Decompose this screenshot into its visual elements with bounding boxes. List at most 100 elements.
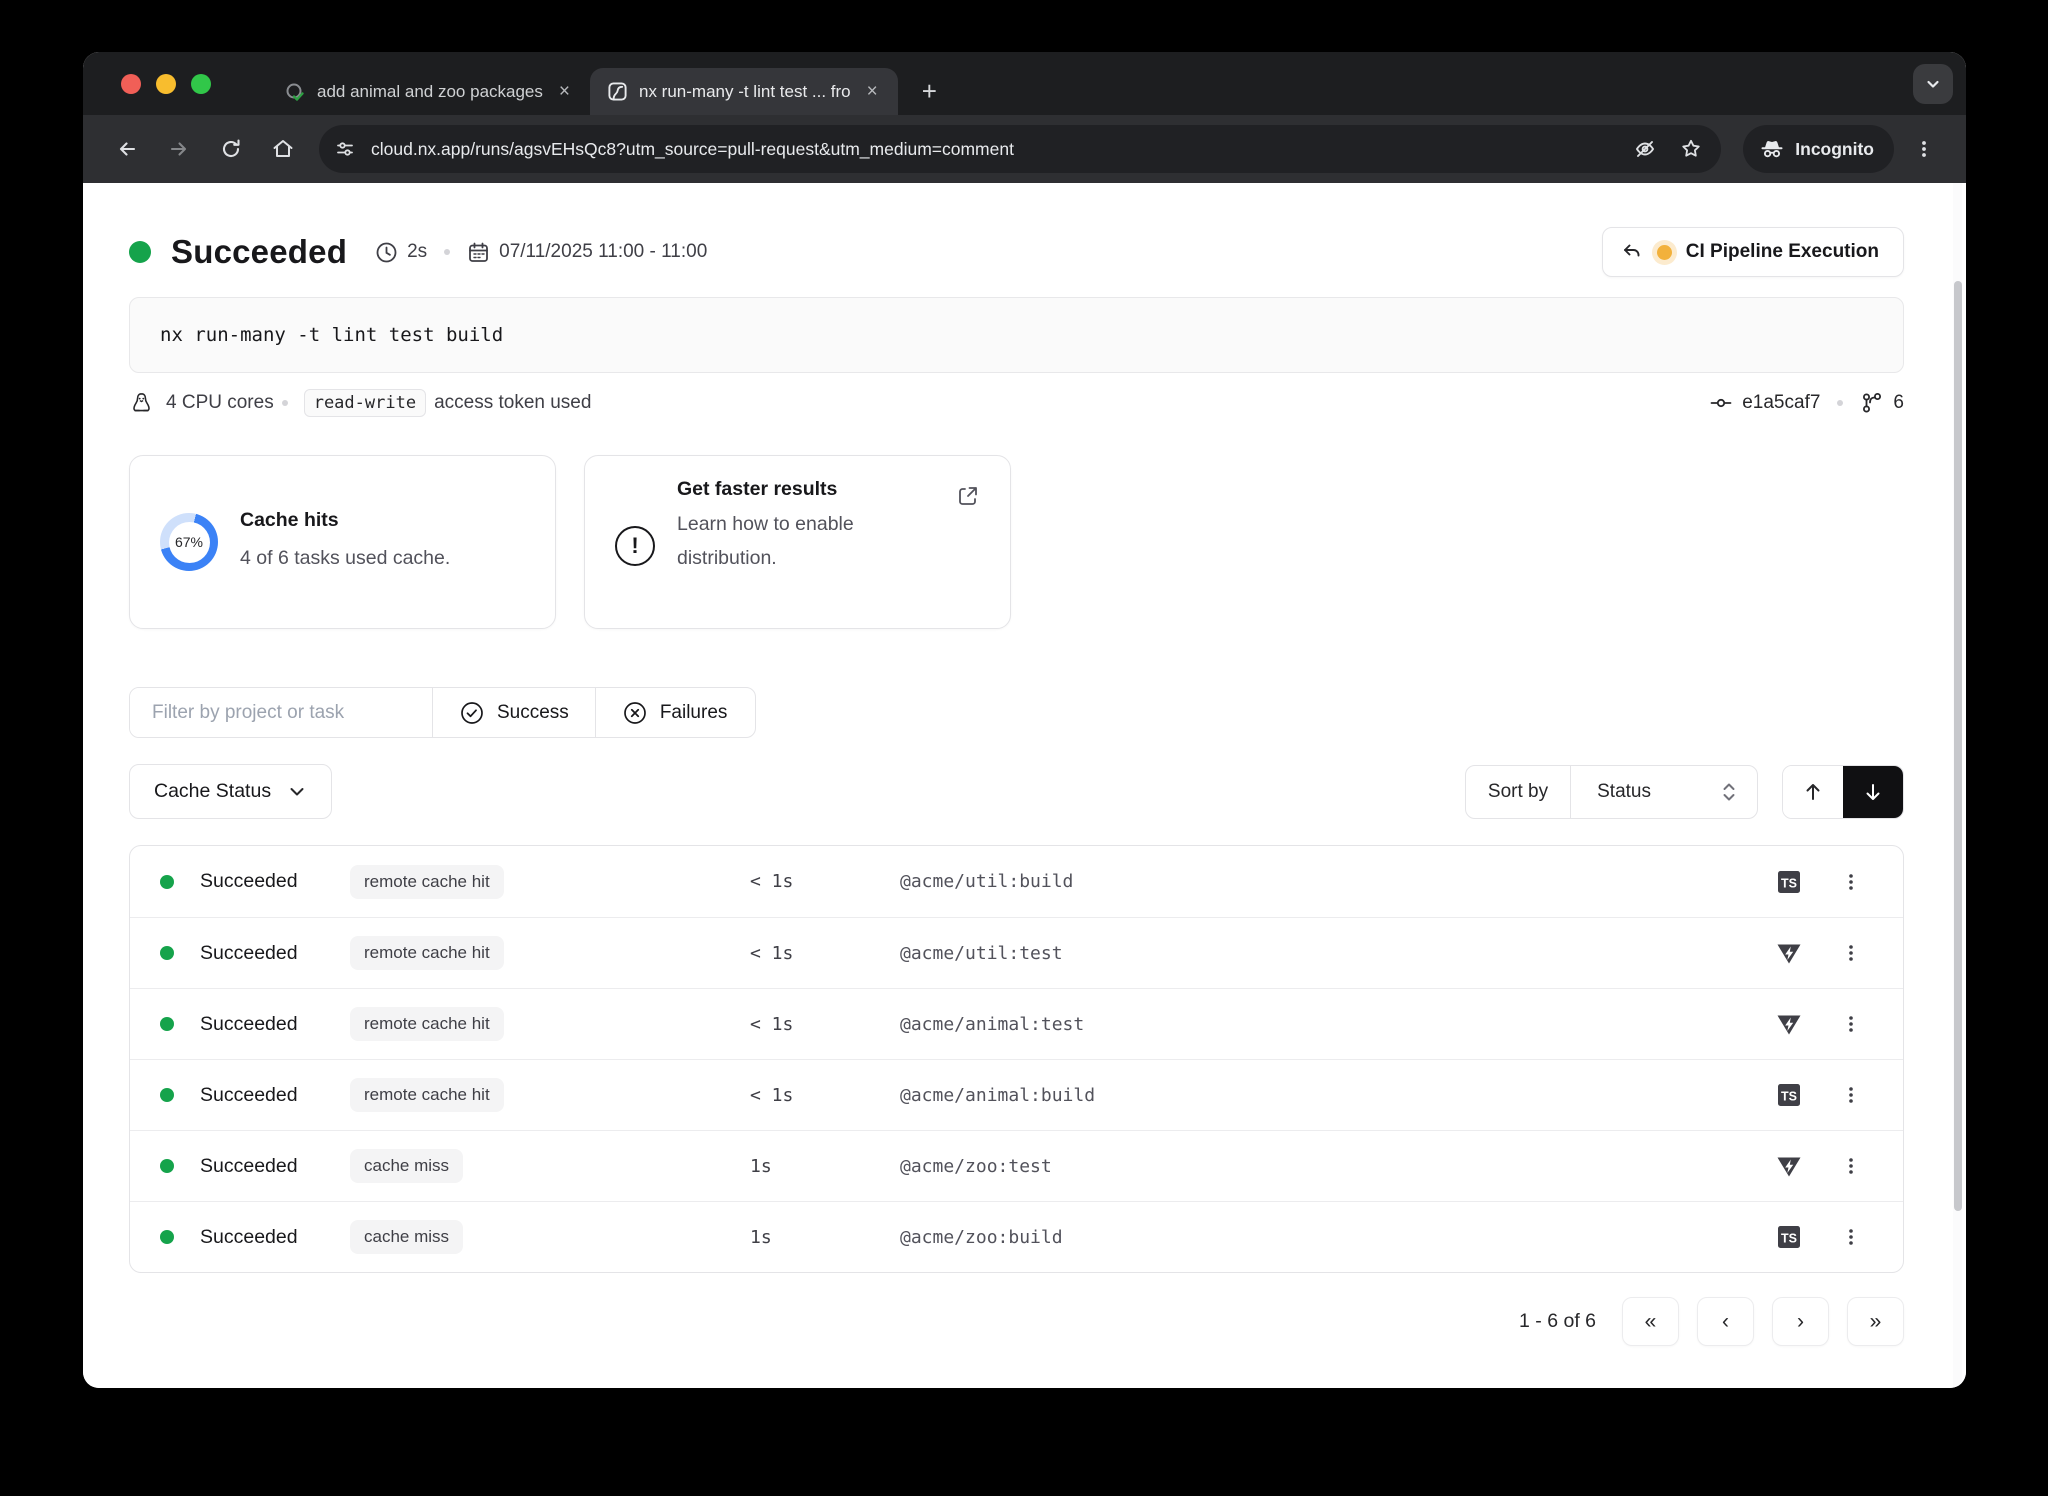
- browser-menu-kebab-icon[interactable]: [1902, 127, 1946, 171]
- chevron-down-icon: [287, 782, 307, 802]
- page-scrollbar[interactable]: [1953, 183, 1962, 1388]
- failures-label: Failures: [660, 702, 728, 724]
- row-status-dot: [160, 1159, 174, 1173]
- zoom-window-button[interactable]: [191, 74, 211, 94]
- run-meta-row: 4 CPU cores read-write access token used…: [129, 389, 1904, 417]
- row-menu-kebab-icon[interactable]: [1829, 1156, 1873, 1176]
- row-duration: < 1s: [750, 871, 900, 892]
- url-text[interactable]: cloud.nx.app/runs/agsvEHsQc8?utm_source=…: [371, 139, 1625, 160]
- cache-hits-card[interactable]: 67% Cache hits 4 of 6 tasks used cache.: [129, 455, 556, 629]
- window-controls: [83, 52, 211, 115]
- sort-select[interactable]: Status: [1570, 766, 1757, 818]
- ci-pipeline-execution-button[interactable]: CI Pipeline Execution: [1602, 227, 1904, 277]
- vitest-icon: [1775, 1152, 1803, 1180]
- table-row[interactable]: Succeeded cache miss 1s @acme/zoo:test T…: [130, 1130, 1903, 1201]
- table-row[interactable]: Succeeded remote cache hit < 1s @acme/ut…: [130, 846, 1903, 917]
- row-menu-kebab-icon[interactable]: [1829, 1227, 1873, 1247]
- incognito-icon: [1759, 136, 1785, 162]
- last-page-button[interactable]: »: [1847, 1297, 1904, 1346]
- run-date-range: 07/11/2025 11:00 - 11:00: [499, 241, 707, 263]
- row-menu-kebab-icon[interactable]: [1829, 1085, 1873, 1105]
- tab-nx-run[interactable]: nx run-many -t lint test ... fro ×: [590, 68, 898, 115]
- address-bar[interactable]: cloud.nx.app/runs/agsvEHsQc8?utm_source=…: [319, 125, 1721, 173]
- new-tab-button[interactable]: +: [912, 76, 947, 107]
- row-task-name[interactable]: @acme/util:build: [900, 871, 1749, 892]
- row-task-name[interactable]: @acme/util:test: [900, 943, 1749, 964]
- sort-group: Sort by Status: [1465, 765, 1758, 819]
- distribution-card[interactable]: ! Get faster results Learn how to enable…: [584, 455, 1011, 629]
- table-row[interactable]: Succeeded remote cache hit < 1s @acme/an…: [130, 988, 1903, 1059]
- row-status-label: Succeeded: [200, 942, 350, 965]
- x-circle-icon: [622, 700, 648, 726]
- row-menu-kebab-icon[interactable]: [1829, 872, 1873, 892]
- row-task-name[interactable]: @acme/animal:test: [900, 1014, 1749, 1035]
- nx-cloud-favicon-icon: [608, 82, 627, 101]
- status-dot: [129, 241, 151, 263]
- row-task-name[interactable]: @acme/animal:build: [900, 1085, 1749, 1106]
- reload-button[interactable]: [209, 127, 253, 171]
- home-button[interactable]: [261, 127, 305, 171]
- row-menu-kebab-icon[interactable]: [1829, 1014, 1873, 1034]
- tab-search-chevron-button[interactable]: [1913, 64, 1953, 104]
- row-task-name[interactable]: @acme/zoo:test: [900, 1156, 1749, 1177]
- tab-title: nx run-many -t lint test ... fro: [639, 82, 851, 102]
- table-row[interactable]: Succeeded cache miss 1s @acme/zoo:build …: [130, 1201, 1903, 1272]
- tab-close-icon[interactable]: ×: [863, 80, 882, 103]
- back-button[interactable]: [105, 127, 149, 171]
- row-task-name[interactable]: @acme/zoo:build: [900, 1227, 1749, 1248]
- close-window-button[interactable]: [121, 74, 141, 94]
- row-status-label: Succeeded: [200, 1155, 350, 1178]
- browser-toolbar: cloud.nx.app/runs/agsvEHsQc8?utm_source=…: [83, 115, 1966, 183]
- filter-input[interactable]: [130, 688, 432, 737]
- sort-value: Status: [1597, 781, 1651, 803]
- success-label: Success: [497, 702, 569, 724]
- separator-dot: [1837, 400, 1843, 406]
- sort-descending-button[interactable]: [1843, 766, 1903, 818]
- page-title: Succeeded: [171, 233, 347, 271]
- table-row[interactable]: Succeeded remote cache hit < 1s @acme/an…: [130, 1059, 1903, 1130]
- task-table-body: Succeeded remote cache hit < 1s @acme/ut…: [129, 845, 1904, 1273]
- tab-pull-request[interactable]: add animal and zoo packages ×: [267, 68, 590, 115]
- vitest-icon: [1775, 939, 1803, 967]
- row-status-label: Succeeded: [200, 1084, 350, 1107]
- svg-text:TS: TS: [1781, 1232, 1797, 1246]
- bookmark-star-icon[interactable]: [1671, 129, 1711, 169]
- cache-badge: remote cache hit: [350, 1078, 504, 1112]
- forward-button[interactable]: [157, 127, 201, 171]
- cache-badge: cache miss: [350, 1149, 463, 1183]
- tab-close-icon[interactable]: ×: [555, 80, 574, 103]
- git-commit-icon: [1709, 391, 1733, 415]
- run-command: nx run-many -t lint test build: [160, 324, 503, 346]
- cache-status-dropdown[interactable]: Cache Status: [129, 764, 332, 819]
- branch-run-count[interactable]: 6: [1893, 392, 1904, 414]
- ts-icon: TS: [1776, 1082, 1802, 1108]
- list-toolbar: Cache Status Sort by Status: [129, 764, 1904, 819]
- prev-page-button[interactable]: ‹: [1697, 1297, 1754, 1346]
- linux-tux-icon: [129, 391, 154, 416]
- table-row[interactable]: Succeeded remote cache hit < 1s @acme/ut…: [130, 917, 1903, 988]
- filter-failures-button[interactable]: Failures: [595, 688, 754, 737]
- run-duration: 2s: [407, 241, 427, 263]
- scrollbar-thumb[interactable]: [1954, 281, 1962, 1211]
- filter-success-button[interactable]: Success: [432, 688, 595, 737]
- check-circle-icon: [459, 700, 485, 726]
- tab-strip: add animal and zoo packages × nx run-man…: [83, 52, 1966, 115]
- external-link-icon[interactable]: [956, 484, 980, 508]
- minimize-window-button[interactable]: [156, 74, 176, 94]
- row-menu-kebab-icon[interactable]: [1829, 943, 1873, 963]
- eye-off-icon[interactable]: [1625, 129, 1665, 169]
- commit-sha[interactable]: e1a5caf7: [1742, 392, 1820, 414]
- pipeline-button-label: CI Pipeline Execution: [1686, 241, 1879, 263]
- info-icon: !: [615, 526, 655, 566]
- row-status-dot: [160, 1088, 174, 1102]
- sort-ascending-button[interactable]: [1783, 766, 1843, 818]
- cache-card-subtitle: 4 of 6 tasks used cache.: [240, 541, 450, 575]
- next-page-button[interactable]: ›: [1772, 1297, 1829, 1346]
- first-page-button[interactable]: «: [1622, 1297, 1679, 1346]
- row-duration: 1s: [750, 1227, 900, 1248]
- site-settings-icon[interactable]: [327, 131, 363, 167]
- row-status-label: Succeeded: [200, 870, 350, 893]
- ts-icon: TS: [1776, 869, 1802, 895]
- calendar-icon: [467, 241, 490, 264]
- pagination-range: 1 - 6 of 6: [1519, 1310, 1596, 1333]
